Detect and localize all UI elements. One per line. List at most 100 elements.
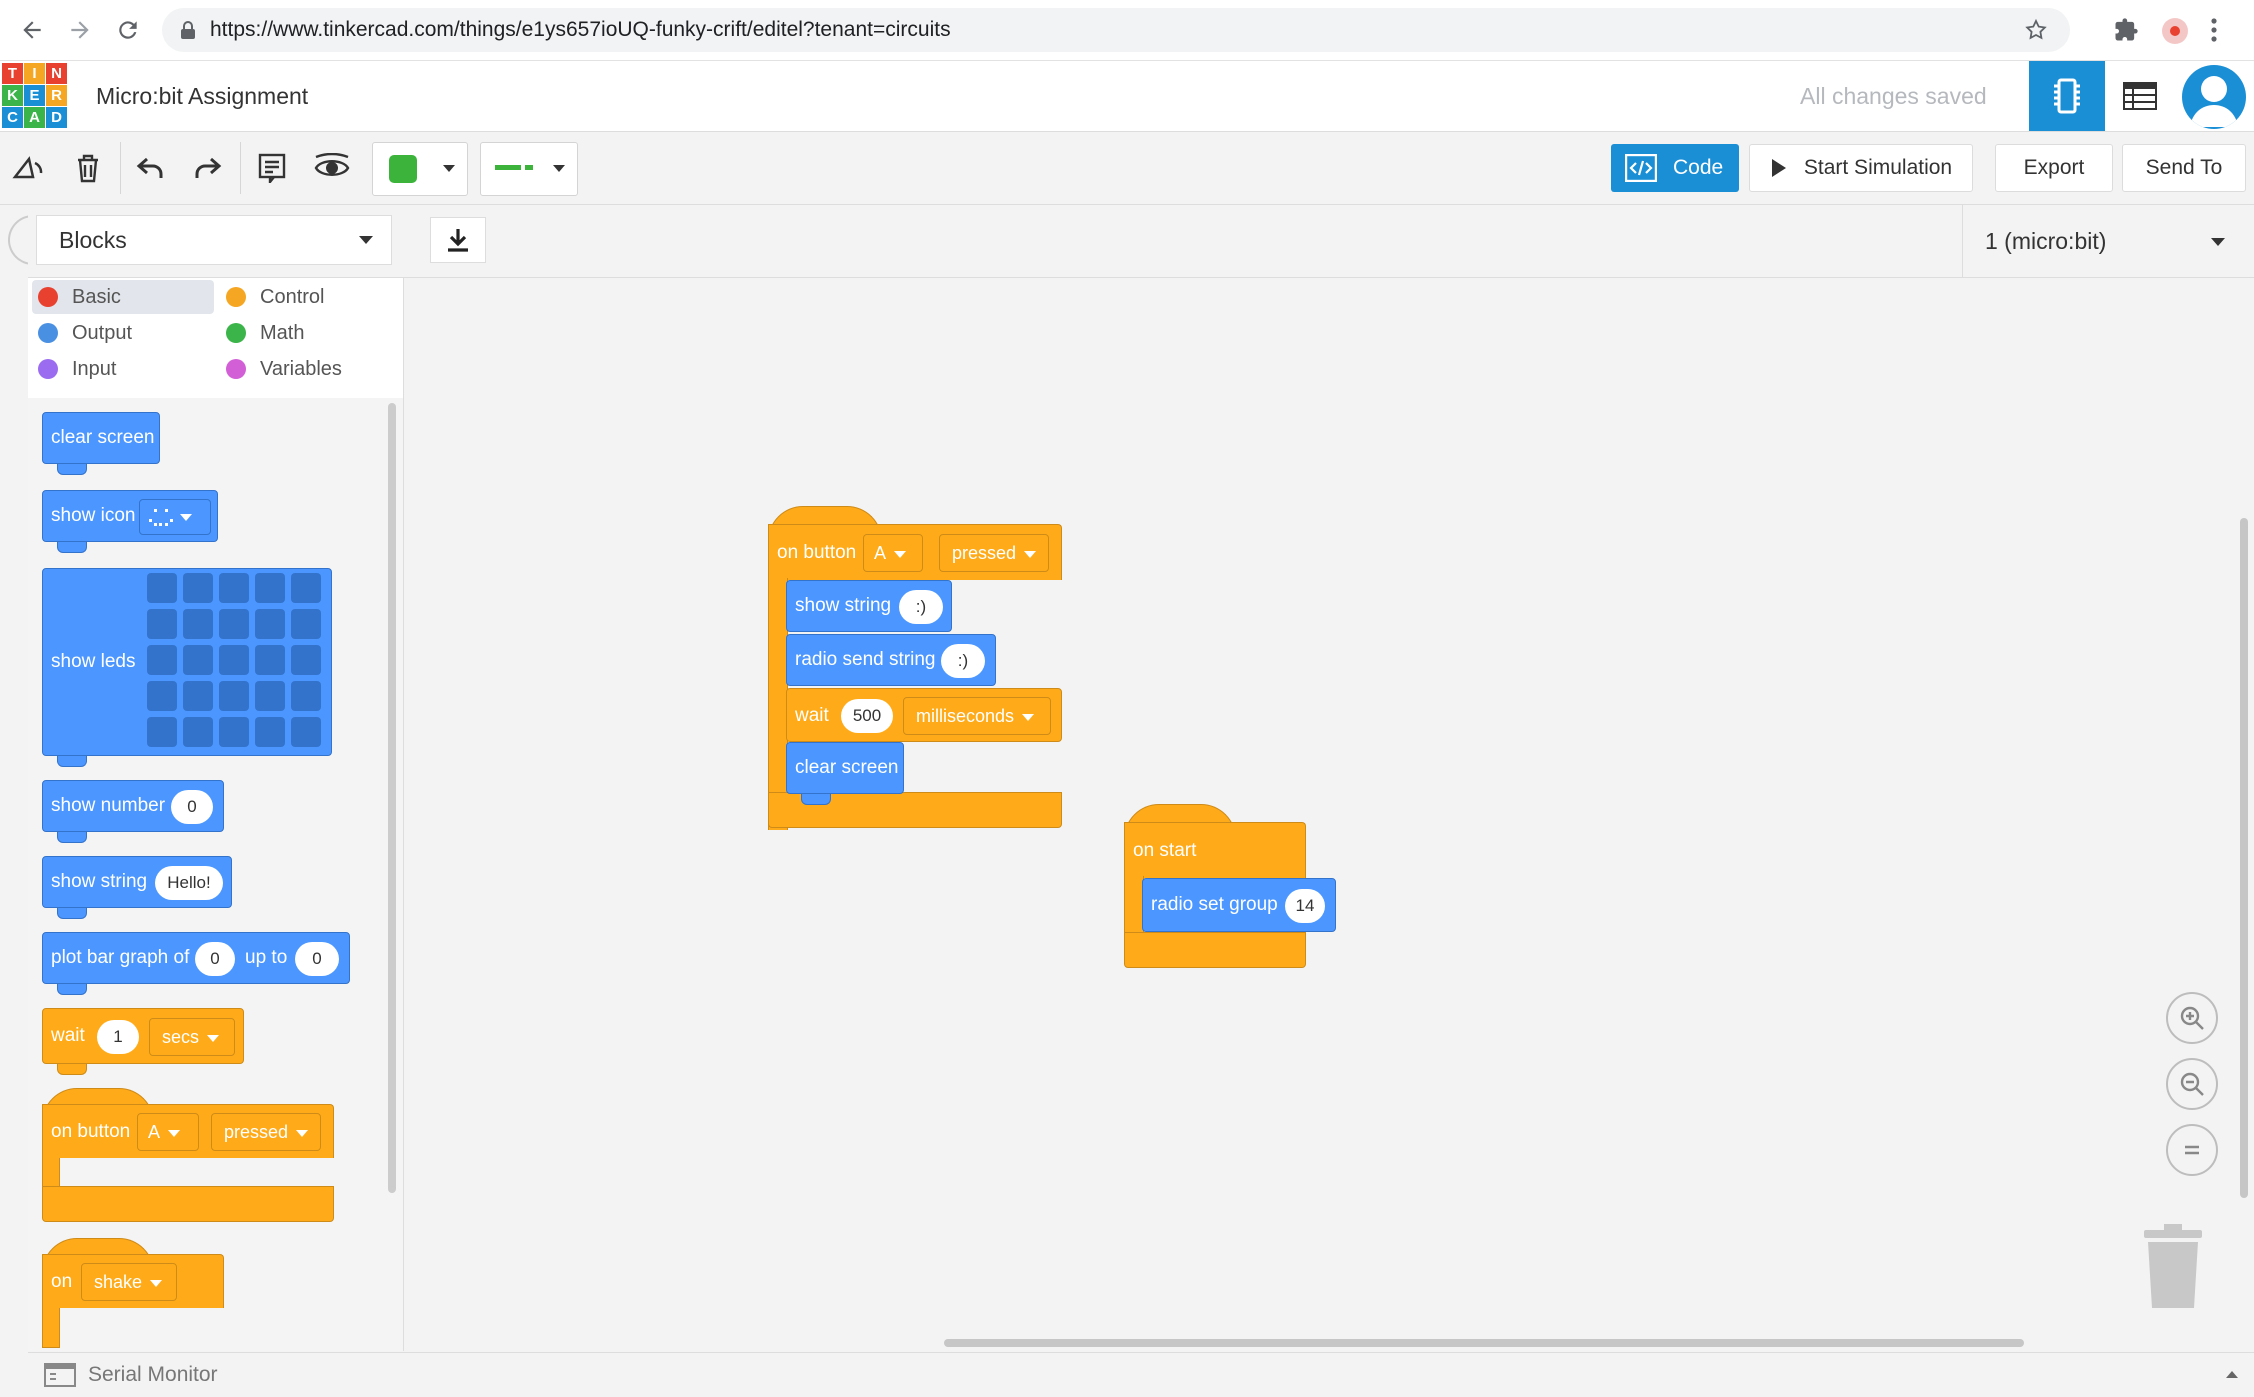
zoom-reset-button[interactable]: [2166, 1124, 2218, 1176]
palette-block-on-button[interactable]: on button A pressed: [42, 1104, 334, 1158]
palette-block-plot-bar-graph[interactable]: plot bar graph of 0 up to 0: [42, 932, 350, 995]
button-key-dropdown[interactable]: A: [137, 1113, 199, 1151]
gesture-dropdown[interactable]: shake: [81, 1263, 177, 1301]
workspace-horizontal-scrollbar[interactable]: [944, 1339, 2024, 1347]
code-mode-dropdown[interactable]: Blocks: [36, 215, 392, 265]
undo-icon[interactable]: [128, 146, 172, 190]
led-grid[interactable]: [147, 573, 327, 751]
number-input[interactable]: 0: [295, 942, 339, 976]
led-cell[interactable]: [255, 645, 285, 675]
category-control[interactable]: Control: [220, 280, 390, 314]
extensions-puzzle-icon[interactable]: [2112, 16, 2140, 44]
code-button[interactable]: Code: [1611, 144, 1739, 192]
workspace-block-on-start[interactable]: on start: [1124, 822, 1306, 878]
led-cell[interactable]: [291, 609, 321, 639]
components-list-button[interactable]: [2110, 61, 2170, 131]
palette-block-show-leds[interactable]: show leds: [42, 568, 332, 767]
led-cell[interactable]: [291, 681, 321, 711]
palette-scrollbar[interactable]: [388, 403, 396, 1193]
workspace-block-clear-screen[interactable]: clear screen: [786, 742, 904, 805]
rotate-icon[interactable]: [6, 146, 50, 190]
device-selector[interactable]: 1 (micro:bit): [1962, 205, 2254, 277]
category-input[interactable]: Input: [32, 352, 214, 386]
led-cell[interactable]: [219, 645, 249, 675]
workspace-trash-icon[interactable]: [2138, 1224, 2208, 1310]
address-bar[interactable]: https://www.tinkercad.com/things/e1ys657…: [162, 8, 2070, 52]
time-unit-dropdown[interactable]: milliseconds: [903, 697, 1051, 735]
workspace-block-wait[interactable]: wait 500 milliseconds: [786, 688, 1062, 742]
reload-icon[interactable]: [106, 8, 150, 52]
led-cell[interactable]: [147, 609, 177, 639]
forward-icon[interactable]: [58, 8, 102, 52]
category-basic[interactable]: Basic: [32, 280, 214, 314]
led-cell[interactable]: [255, 609, 285, 639]
back-icon[interactable]: [10, 8, 54, 52]
redo-icon[interactable]: [186, 146, 230, 190]
record-extension-icon[interactable]: [2162, 18, 2188, 44]
workspace-block-radio-set-group[interactable]: radio set group 14: [1142, 878, 1336, 932]
number-input[interactable]: 0: [195, 942, 235, 976]
fill-color-dropdown[interactable]: [372, 142, 468, 196]
category-math[interactable]: Math: [220, 316, 390, 350]
led-cell[interactable]: [219, 681, 249, 711]
led-cell[interactable]: [147, 681, 177, 711]
led-cell[interactable]: [291, 573, 321, 603]
serial-monitor-bar[interactable]: Serial Monitor: [28, 1352, 2254, 1397]
string-input[interactable]: :): [941, 644, 985, 678]
led-cell[interactable]: [147, 717, 177, 747]
notes-icon[interactable]: [250, 146, 294, 190]
string-input[interactable]: :): [899, 590, 943, 624]
number-input[interactable]: 1: [97, 1020, 139, 1054]
number-input[interactable]: 14: [1285, 889, 1325, 923]
led-cell[interactable]: [219, 717, 249, 747]
button-key-dropdown[interactable]: A: [863, 534, 923, 572]
led-cell[interactable]: [183, 573, 213, 603]
number-input[interactable]: 0: [171, 790, 213, 824]
led-cell[interactable]: [255, 717, 285, 747]
wire-style-dropdown[interactable]: [480, 142, 578, 196]
send-to-button[interactable]: Send To: [2122, 144, 2246, 192]
led-cell[interactable]: [255, 681, 285, 711]
led-cell[interactable]: [183, 717, 213, 747]
palette-block-clear-screen[interactable]: clear screen: [42, 412, 160, 475]
icon-picker-dropdown[interactable]: [139, 499, 211, 535]
circuit-view-button[interactable]: [2029, 61, 2105, 131]
led-cell[interactable]: [255, 573, 285, 603]
string-input[interactable]: Hello!: [155, 866, 223, 900]
led-cell[interactable]: [183, 681, 213, 711]
button-event-dropdown[interactable]: pressed: [211, 1113, 321, 1151]
workspace-block-show-string[interactable]: show string :): [786, 580, 952, 632]
workspace-vertical-scrollbar[interactable]: [2240, 518, 2248, 1198]
zoom-out-button[interactable]: [2166, 1058, 2218, 1110]
palette-block-on-shake[interactable]: on shake: [42, 1254, 224, 1308]
browser-menu-icon[interactable]: [2210, 16, 2218, 44]
caret-up-icon[interactable]: [2226, 1371, 2238, 1378]
led-cell[interactable]: [147, 645, 177, 675]
project-title[interactable]: Micro:bit Assignment: [96, 61, 308, 131]
button-event-dropdown[interactable]: pressed: [939, 534, 1049, 572]
palette-block-show-number[interactable]: show number 0: [42, 780, 224, 843]
category-variables[interactable]: Variables: [220, 352, 390, 386]
led-cell[interactable]: [183, 609, 213, 639]
user-avatar[interactable]: [2182, 65, 2246, 129]
led-cell[interactable]: [291, 717, 321, 747]
led-cell[interactable]: [291, 645, 321, 675]
visibility-eye-icon[interactable]: [310, 146, 354, 190]
bookmark-star-icon[interactable]: [2024, 18, 2048, 42]
time-unit-dropdown[interactable]: secs: [149, 1018, 235, 1056]
led-cell[interactable]: [183, 645, 213, 675]
workspace-block-radio-send-string[interactable]: radio send string :): [786, 634, 996, 686]
led-cell[interactable]: [219, 609, 249, 639]
block-workspace[interactable]: on button A pressed show string :) radio…: [404, 278, 2254, 1351]
led-cell[interactable]: [219, 573, 249, 603]
category-output[interactable]: Output: [32, 316, 214, 350]
delete-trash-icon[interactable]: [66, 146, 110, 190]
palette-block-wait[interactable]: wait 1 secs: [42, 1008, 244, 1075]
number-input[interactable]: 500: [841, 699, 893, 733]
download-code-button[interactable]: [430, 217, 486, 263]
workspace-block-on-button[interactable]: on button A pressed: [768, 524, 1062, 580]
start-simulation-button[interactable]: Start Simulation: [1749, 144, 1973, 192]
zoom-in-button[interactable]: [2166, 992, 2218, 1044]
led-cell[interactable]: [147, 573, 177, 603]
palette-block-show-string[interactable]: show string Hello!: [42, 856, 232, 919]
